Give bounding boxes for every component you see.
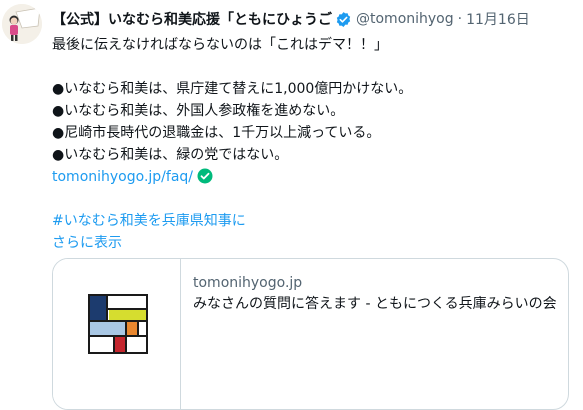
tweet-bullet: ●いなむら和美は、外国人参政権を進めない。 bbox=[52, 103, 345, 119]
header-separator: · bbox=[457, 11, 463, 27]
verified-badge-icon bbox=[335, 11, 352, 28]
card-thumbnail bbox=[53, 259, 181, 409]
author-display-name[interactable]: 【公式】いなむら和美応援「ともにひょうご bbox=[52, 9, 332, 29]
site-logo-icon bbox=[88, 294, 148, 354]
tweet-timestamp[interactable]: 11月16日 bbox=[466, 9, 530, 29]
tweet-text: 最後に伝えなければならないのは「これはデマ！！」 ●いなむら和美は、県庁建て替え… bbox=[52, 34, 572, 254]
card-domain: tomonihyogo.jp bbox=[193, 275, 303, 291]
tweet[interactable]: 【公式】いなむら和美応援「ともにひょうご @tomonihyog · 11月16… bbox=[0, 0, 583, 410]
show-more-row: さらに表示 bbox=[52, 232, 572, 254]
hashtag-link[interactable]: #いなむら和美を兵庫県知事に bbox=[52, 213, 246, 229]
card-title: みなさんの質問に答えます - ともにつくる兵庫みらいの会 bbox=[193, 296, 557, 312]
tweet-link-row: tomonihyogo.jp/faq/ bbox=[52, 166, 572, 188]
tweet-line-intro: 最後に伝えなければならないのは「これはデマ！！」 bbox=[52, 37, 388, 53]
check-mark-icon bbox=[197, 168, 213, 184]
tweet-bullet: ●いなむら和美は、県庁建て替えに1,000億円かけない。 bbox=[52, 81, 413, 97]
tweet-bullet: ●尼崎市長時代の退職金は、1千万以上減っている。 bbox=[52, 125, 381, 141]
show-more-link[interactable]: さらに表示 bbox=[52, 235, 122, 251]
avatar[interactable] bbox=[2, 4, 42, 44]
tweet-header: 【公式】いなむら和美応援「ともにひょうご @tomonihyog · 11月16… bbox=[52, 8, 530, 30]
author-handle[interactable]: @tomonihyog bbox=[356, 11, 454, 27]
link-preview-card[interactable]: tomonihyogo.jp みなさんの質問に答えます - ともにつくる兵庫みら… bbox=[52, 258, 569, 410]
avatar-illustration-icon bbox=[2, 4, 42, 44]
faq-link[interactable]: tomonihyogo.jp/faq/ bbox=[52, 169, 193, 185]
tweet-hashtag-row: #いなむら和美を兵庫県知事に bbox=[52, 210, 572, 232]
tweet-bullet: ●いなむら和美は、緑の党ではない。 bbox=[52, 147, 289, 163]
card-info: tomonihyogo.jp みなさんの質問に答えます - ともにつくる兵庫みら… bbox=[181, 259, 568, 409]
